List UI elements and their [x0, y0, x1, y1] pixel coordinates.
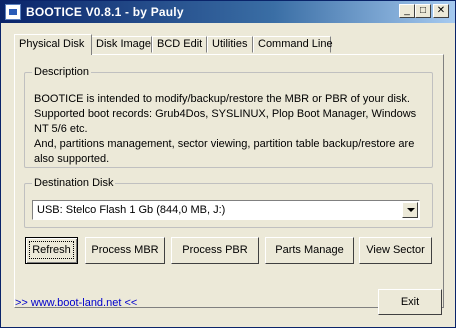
tab-utilities[interactable]: Utilities: [207, 36, 253, 53]
exit-button[interactable]: Exit: [378, 289, 442, 315]
boot-land-link[interactable]: >> www.boot-land.net <<: [15, 297, 137, 309]
destination-disk-value: USB: Stelco Flash 1 Gb (844,0 MB, J:): [37, 204, 226, 216]
minimize-button[interactable]: _: [399, 4, 415, 18]
description-line: also supported.: [34, 153, 110, 165]
tab-disk-image[interactable]: Disk Image: [91, 36, 152, 53]
destination-disk-select[interactable]: USB: Stelco Flash 1 Gb (844,0 MB, J:): [32, 200, 420, 220]
process-pbr-button[interactable]: Process PBR: [171, 237, 259, 264]
tab-physical-disk[interactable]: Physical Disk: [14, 34, 92, 55]
parts-manage-button[interactable]: Parts Manage: [265, 237, 354, 264]
tab-command-line[interactable]: Command Line: [253, 36, 333, 53]
description-label: Description: [32, 66, 92, 79]
description-group: Description BOOTICE is intended to modif…: [24, 66, 433, 168]
window-title: BOOTICE V0.8.1 - by Pauly: [26, 5, 184, 19]
app-icon: [5, 4, 21, 20]
tab-bcd-edit[interactable]: BCD Edit: [152, 36, 207, 53]
destination-disk-label: Destination Disk: [32, 177, 116, 190]
process-mbr-button[interactable]: Process MBR: [85, 237, 165, 264]
main-window: BOOTICE V0.8.1 - by Pauly _ □ ✕ Physical…: [0, 0, 456, 328]
description-line: Supported boot records: Grub4Dos, SYSLIN…: [34, 108, 417, 120]
maximize-button[interactable]: □: [415, 4, 431, 18]
view-sector-button[interactable]: View Sector: [359, 237, 432, 264]
chevron-down-icon[interactable]: [402, 202, 418, 218]
description-text: BOOTICE is intended to modify/backup/res…: [34, 92, 424, 167]
destination-disk-group: Destination Disk USB: Stelco Flash 1 Gb …: [24, 177, 433, 228]
description-line: And, partitions management, sector viewi…: [34, 138, 415, 150]
refresh-button[interactable]: Refresh: [25, 237, 78, 264]
description-line: NT 5/6 etc.: [34, 123, 88, 135]
close-button[interactable]: ✕: [433, 4, 449, 18]
physical-disk-panel: Description BOOTICE is intended to modif…: [14, 54, 444, 308]
description-line: BOOTICE is intended to modify/backup/res…: [34, 93, 410, 105]
title-bar[interactable]: BOOTICE V0.8.1 - by Pauly _ □ ✕: [1, 1, 455, 23]
